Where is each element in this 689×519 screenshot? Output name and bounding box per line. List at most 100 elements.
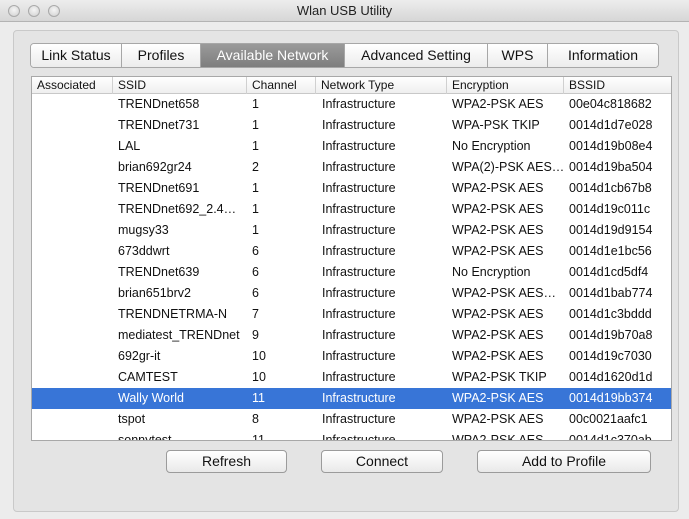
cell-network-type: Infrastructure (322, 391, 396, 405)
column-header-encryption[interactable]: Encryption (446, 77, 563, 94)
table-row[interactable]: TRENDnet731 1 Infrastructure WPA-PSK TKIP 00… (32, 115, 671, 136)
tab-advanced-setting[interactable]: Advanced Setting (345, 44, 488, 67)
cell-ssid: brian692gr24 (118, 160, 192, 174)
cell-encryption: WPA2-PSK AES (452, 223, 544, 237)
cell-bssid: 0014d1d7e028 (569, 118, 653, 132)
cell-encryption: WPA-PSK TKIP (452, 118, 540, 132)
cell-bssid: 0014d1bab774 (569, 286, 653, 300)
cell-bssid: 0014d19c011c (569, 202, 651, 216)
cell-network-type: Infrastructure (322, 181, 396, 195)
title-bar: Wlan USB Utility (0, 0, 689, 22)
column-header-associated[interactable]: Associated (32, 77, 112, 94)
cell-bssid: 0014d19bb374 (569, 391, 653, 405)
cell-network-type: Infrastructure (322, 412, 396, 426)
column-header-channel[interactable]: Channel (246, 77, 315, 94)
connect-button[interactable]: Connect (321, 450, 443, 473)
cell-ssid: TRENDnet731 (118, 118, 200, 132)
cell-channel: 7 (252, 307, 259, 321)
table-row[interactable]: TRENDnet639 6 Infrastructure No Encryption 0… (32, 262, 671, 283)
cell-ssid: TRENDnet658 (118, 97, 200, 111)
cell-network-type: Infrastructure (322, 370, 396, 384)
cell-channel: 10 (252, 370, 266, 384)
table-row[interactable]: Wally World 11 Infrastructure WPA2-PSK AES 0… (32, 388, 671, 409)
cell-network-type: Infrastructure (322, 328, 396, 342)
window-title: Wlan USB Utility (296, 3, 393, 18)
table-row[interactable]: brian692gr24 2 Infrastructure WPA(2)-PSK AE… (32, 157, 671, 178)
table-row[interactable]: TRENDNETRMA-N 7 Infrastructure WPA2-PSK AES… (32, 304, 671, 325)
cell-channel: 10 (252, 349, 266, 363)
cell-encryption: WPA2-PSK AES (452, 412, 544, 426)
tab-profiles[interactable]: Profiles (122, 44, 201, 67)
close-window-icon[interactable] (8, 5, 20, 17)
table-row[interactable]: CAMTEST 10 Infrastructure WPA2-PSK TKIP 0014… (32, 367, 671, 388)
zoom-window-icon[interactable] (48, 5, 60, 17)
cell-bssid: 0014d19ba504 (569, 160, 653, 174)
cell-network-type: Infrastructure (322, 244, 396, 258)
table-row[interactable]: brian651brv2 6 Infrastructure WPA2-PSK AES…… (32, 283, 671, 304)
table-row[interactable]: tspot 8 Infrastructure WPA2-PSK AES 00c0021a… (32, 409, 671, 430)
add-to-profile-button[interactable]: Add to Profile (477, 450, 651, 473)
cell-network-type: Infrastructure (322, 433, 396, 441)
table-row[interactable]: TRENDnet691 1 Infrastructure WPA2-PSK AES 00… (32, 178, 671, 199)
cell-ssid: TRENDnet692_2.4… (118, 202, 237, 216)
cell-encryption: WPA2-PSK AES (452, 307, 544, 321)
cell-channel: 6 (252, 265, 259, 279)
cell-encryption: WPA2-PSK AES (452, 349, 544, 363)
cell-channel: 9 (252, 328, 259, 342)
cell-channel: 11 (252, 391, 265, 405)
cell-network-type: Infrastructure (322, 160, 396, 174)
cell-encryption: WPA2-PSK AES (452, 391, 544, 405)
cell-ssid: mugsy33 (118, 223, 169, 237)
cell-channel: 6 (252, 286, 259, 300)
cell-network-type: Infrastructure (322, 286, 396, 300)
column-header-ssid[interactable]: SSID (112, 77, 246, 94)
tab-information[interactable]: Information (548, 44, 658, 67)
refresh-button[interactable]: Refresh (166, 450, 287, 473)
cell-network-type: Infrastructure (322, 139, 396, 153)
column-header-network-type[interactable]: Network Type (315, 77, 446, 94)
cell-channel: 1 (252, 139, 259, 153)
cell-bssid: 0014d19b70a8 (569, 328, 653, 342)
table-row[interactable]: 673ddwrt 6 Infrastructure WPA2-PSK AES 0014d… (32, 241, 671, 262)
cell-bssid: 0014d1e1bc56 (569, 244, 652, 258)
table-row[interactable]: TRENDnet658 1 Infrastructure WPA2-PSK AES 00… (32, 94, 671, 115)
cell-encryption: WPA2-PSK AES… (452, 286, 556, 300)
cell-network-type: Infrastructure (322, 307, 396, 321)
cell-network-type: Infrastructure (322, 97, 396, 111)
cell-channel: 2 (252, 160, 259, 174)
cell-encryption: WPA2-PSK AES (452, 202, 544, 216)
cell-encryption: No Encryption (452, 265, 531, 279)
cell-network-type: Infrastructure (322, 349, 396, 363)
cell-network-type: Infrastructure (322, 265, 396, 279)
cell-bssid: 00c0021aafc1 (569, 412, 648, 426)
table-header: Associated SSID Channel Network Type Enc… (32, 77, 671, 94)
cell-ssid: 673ddwrt (118, 244, 170, 258)
cell-encryption: WPA(2)-PSK AES… (452, 160, 565, 174)
cell-ssid: sonnytest (118, 433, 172, 441)
cell-ssid: TRENDNETRMA-N (118, 307, 228, 321)
table-row[interactable]: mugsy33 1 Infrastructure WPA2-PSK AES 0014d1… (32, 220, 671, 241)
minimize-window-icon[interactable] (28, 5, 40, 17)
cell-ssid: LAL (118, 139, 141, 153)
cell-bssid: 0014d1cb67b8 (569, 181, 652, 195)
cell-ssid: mediatest_TRENDnet (118, 328, 240, 342)
network-table[interactable]: Associated SSID Channel Network Type Enc… (31, 76, 672, 441)
tab-wps[interactable]: WPS (488, 44, 548, 67)
cell-ssid: 692gr-it (118, 349, 161, 363)
table-row[interactable]: 692gr-it 10 Infrastructure WPA2-PSK AES 0014… (32, 346, 671, 367)
tab-link-status[interactable]: Link Status (31, 44, 122, 67)
cell-bssid: 0014d19d9154 (569, 223, 653, 237)
table-row[interactable]: TRENDnet692_2.4… 1 Infrastructure WPA2-PSK … (32, 199, 671, 220)
cell-bssid: 0014d1c3bddd (569, 307, 652, 321)
table-row[interactable]: LAL 1 Infrastructure No Encryption 0014d19b0… (32, 136, 671, 157)
column-header-bssid[interactable]: BSSID (563, 77, 671, 94)
cell-encryption: WPA2-PSK AES (452, 244, 544, 258)
cell-network-type: Infrastructure (322, 118, 396, 132)
tab-available-network[interactable]: Available Network (201, 44, 345, 67)
cell-channel: 6 (252, 244, 259, 258)
table-row[interactable]: mediatest_TRENDnet 9 Infrastructure WPA2-PS… (32, 325, 671, 346)
cell-ssid: tspot (118, 412, 146, 426)
cell-encryption: WPA2-PSK TKIP (452, 370, 547, 384)
cell-channel: 11 (252, 433, 265, 441)
table-row[interactable]: sonnytest 11 Infrastructure WPA2-PSK AES 001… (32, 430, 671, 441)
